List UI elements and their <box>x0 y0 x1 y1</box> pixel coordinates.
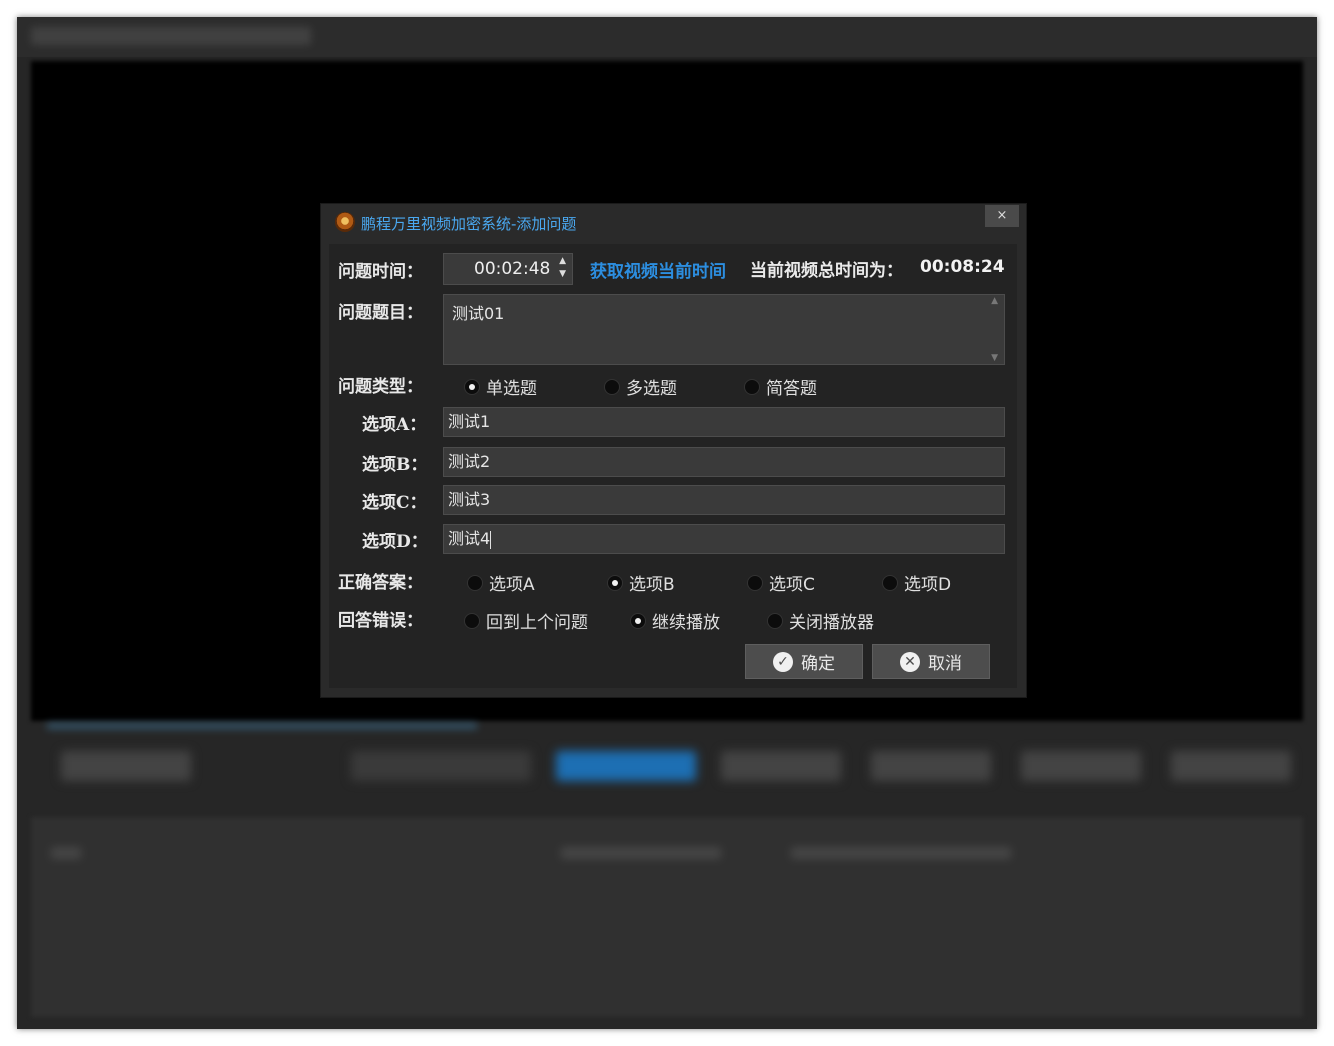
question-time-spinbox[interactable]: 00:02:48 ▲ ▼ <box>443 253 573 285</box>
radio-selected-icon <box>630 612 646 629</box>
total-time-value: 00:08:24 <box>920 257 1005 277</box>
background-controls <box>31 741 1303 801</box>
radio-label: 多选题 <box>626 379 677 399</box>
question-title-textarea[interactable]: 测试01 ▲ ▼ <box>443 294 1005 365</box>
close-button[interactable]: × <box>985 205 1019 227</box>
text-caret <box>490 530 492 549</box>
x-circle-icon: ✕ <box>900 651 920 672</box>
option-d-input[interactable]: 测试4 <box>443 524 1005 554</box>
radio-correct-c[interactable]: 选项C <box>747 570 815 595</box>
radio-unselected-icon <box>604 378 620 395</box>
radio-unselected-icon <box>747 574 763 591</box>
radio-label: 回到上个问题 <box>486 613 588 633</box>
radio-unselected-icon <box>467 574 483 591</box>
cancel-button[interactable]: ✕ 取消 <box>872 644 990 679</box>
background-title-blur <box>31 27 311 45</box>
option-d-text: 测试4 <box>448 529 491 548</box>
ok-button[interactable]: ✓ 确定 <box>745 644 863 679</box>
spin-down-icon[interactable]: ▼ <box>559 269 566 279</box>
total-time-label: 当前视频总时间为： <box>750 261 903 281</box>
question-time-label: 问题时间： <box>338 262 423 282</box>
option-a-input[interactable]: 测试1 <box>443 407 1005 437</box>
radio-label: 选项C <box>769 575 815 595</box>
background-list-panel <box>31 817 1303 1017</box>
scroll-up-icon[interactable]: ▲ <box>991 296 998 306</box>
option-a-label: 选项A： <box>362 415 427 435</box>
option-d-label: 选项D： <box>362 532 428 552</box>
background-blur-text <box>51 847 81 859</box>
radio-correct-b[interactable]: 选项B <box>607 570 675 595</box>
radio-label: 简答题 <box>766 379 817 399</box>
option-c-input[interactable]: 测试3 <box>443 485 1005 515</box>
background-button <box>1021 751 1141 781</box>
radio-label: 关闭播放器 <box>789 613 874 633</box>
background-progress <box>47 723 477 729</box>
cancel-button-label: 取消 <box>928 654 962 674</box>
radio-wrong-close[interactable]: 关闭播放器 <box>767 608 874 633</box>
background-blur-text <box>561 847 721 859</box>
radio-single-choice[interactable]: 单选题 <box>464 374 537 399</box>
radio-unselected-icon <box>767 612 783 629</box>
background-titlebar <box>17 17 1317 57</box>
background-button <box>721 751 841 781</box>
wrong-answer-label: 回答错误： <box>338 611 423 631</box>
app-logo-icon <box>335 212 355 232</box>
radio-correct-d[interactable]: 选项D <box>882 570 951 595</box>
radio-wrong-back[interactable]: 回到上个问题 <box>464 608 588 633</box>
radio-unselected-icon <box>464 612 480 629</box>
dialog-title: 鹏程万里视频加密系统-添加问题 <box>361 215 577 233</box>
radio-selected-icon <box>607 574 623 591</box>
question-title-label: 问题题目： <box>338 303 423 323</box>
option-b-label: 选项B： <box>362 455 428 475</box>
radio-selected-icon <box>464 378 480 395</box>
radio-wrong-continue[interactable]: 继续播放 <box>630 608 720 633</box>
radio-multi-choice[interactable]: 多选题 <box>604 374 677 399</box>
option-c-label: 选项C： <box>362 493 427 513</box>
check-circle-icon: ✓ <box>773 651 793 672</box>
radio-correct-a[interactable]: 选项A <box>467 570 535 595</box>
background-button <box>556 751 696 781</box>
background-blur-text <box>791 847 1011 859</box>
radio-unselected-icon <box>882 574 898 591</box>
background-button <box>351 751 531 781</box>
question-title-text: 测试01 <box>452 304 505 323</box>
ok-button-label: 确定 <box>801 654 835 674</box>
radio-unselected-icon <box>744 378 760 395</box>
radio-label: 继续播放 <box>652 613 720 633</box>
radio-short-answer[interactable]: 简答题 <box>744 374 817 399</box>
background-button <box>1171 751 1291 781</box>
radio-label: 选项B <box>629 575 675 595</box>
background-button <box>871 751 991 781</box>
question-time-value[interactable]: 00:02:48 <box>474 259 550 279</box>
radio-label: 选项D <box>904 575 952 595</box>
correct-answer-label: 正确答案： <box>338 573 423 593</box>
dialog-titlebar: 鹏程万里视频加密系统-添加问题 × <box>321 204 1026 242</box>
radio-label: 单选题 <box>486 379 537 399</box>
background-button <box>61 751 191 781</box>
question-type-label: 问题类型： <box>338 377 423 397</box>
radio-label: 选项A <box>489 575 535 595</box>
scroll-down-icon[interactable]: ▼ <box>991 353 998 363</box>
spin-up-icon[interactable]: ▲ <box>559 256 566 266</box>
option-b-input[interactable]: 测试2 <box>443 447 1005 477</box>
get-current-time-button[interactable]: 获取视频当前时间 <box>590 257 726 282</box>
